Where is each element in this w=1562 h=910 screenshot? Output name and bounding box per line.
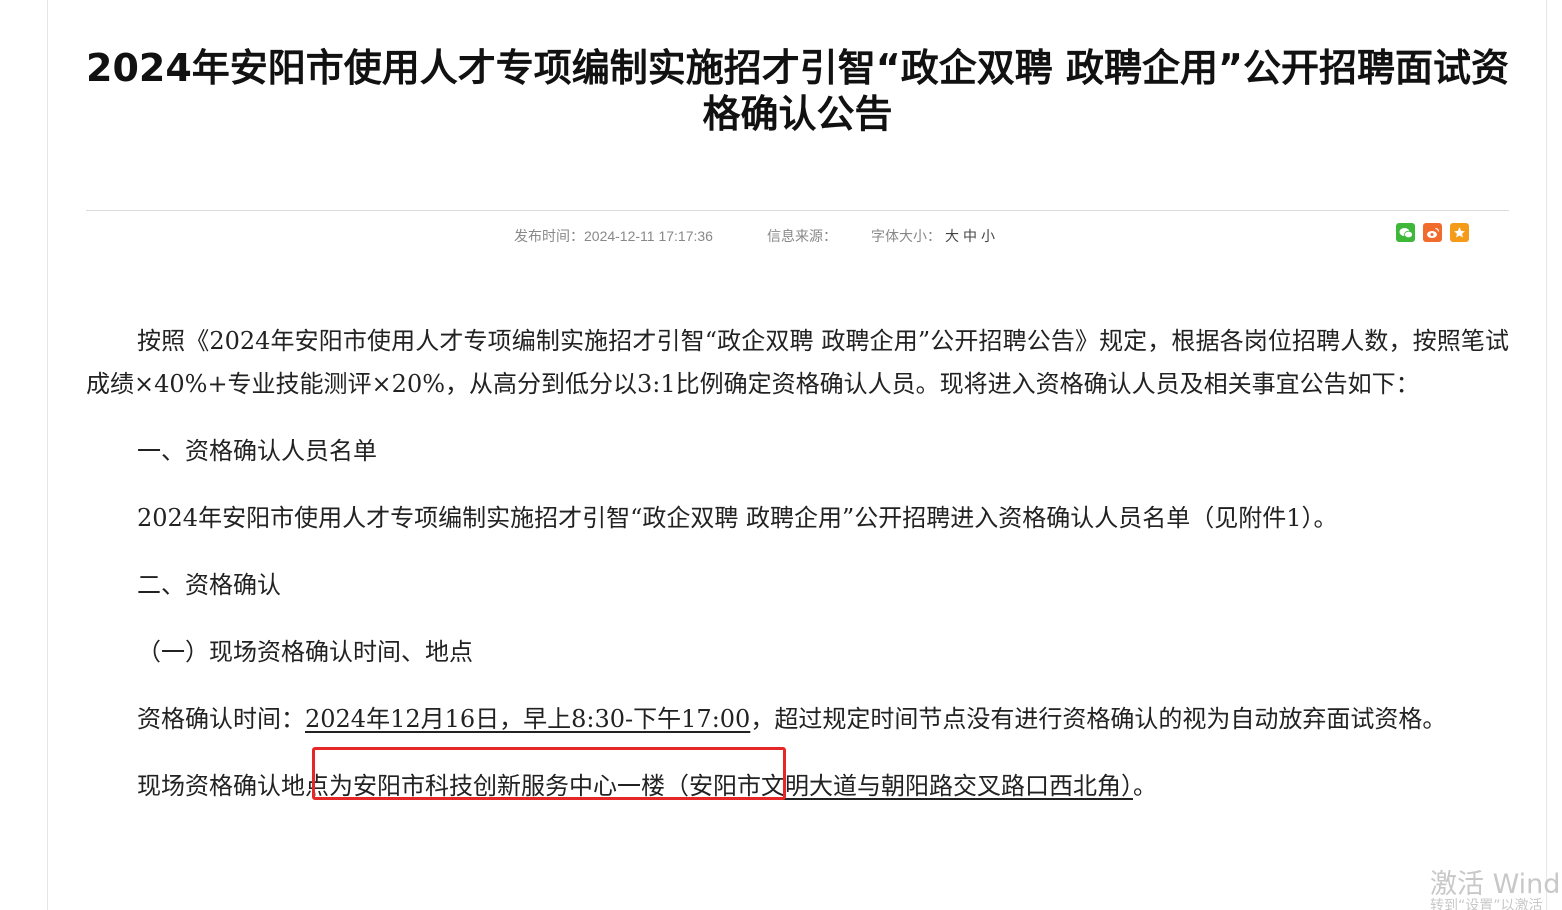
font-size-medium-link[interactable]: 中 — [963, 228, 977, 244]
wechat-share-button[interactable] — [1396, 223, 1415, 242]
subsection-heading-onsite: （一）现场资格确认时间、地点 — [137, 638, 473, 666]
confirmation-time-note: ，超过规定时间节点没有进行资格确认的视为自动放弃面试资格。 — [750, 705, 1447, 733]
font-size-small-link[interactable]: 小 — [981, 228, 995, 244]
font-size-large-link[interactable]: 大 — [945, 228, 959, 244]
section-list-text: 2024年安阳市使用人才专项编制实施招才引智“政企双聘 政聘企用”公开招聘进入资… — [137, 504, 1338, 532]
info-source: 信息来源： — [767, 226, 837, 246]
publish-time-label: 发布时间： — [514, 228, 584, 244]
confirmation-location-paragraph: 现场资格确认地点为安阳市科技创新服务中心一楼（安阳市文明大道与朝阳路交叉路口西北… — [86, 765, 1509, 808]
article-title: 2024年安阳市使用人才专项编制实施招才引智“政企双聘 政聘企用”公开招聘面试资… — [86, 46, 1509, 136]
confirmation-location-suffix: 。 — [1133, 772, 1157, 800]
share-buttons — [1396, 223, 1469, 242]
section-heading-list: 一、资格确认人员名单 — [137, 437, 377, 465]
windows-activation-watermark-sub: 转到“设置”以激活 — [1430, 898, 1543, 910]
article-meta: 发布时间：2024-12-11 17:17:36 信息来源： 字体大小：大中小 — [86, 226, 1509, 246]
favorite-button[interactable] — [1450, 223, 1469, 242]
publish-time-value: 2024-12-11 17:17:36 — [584, 228, 713, 244]
info-source-label: 信息来源： — [767, 228, 837, 244]
weibo-share-button[interactable] — [1423, 223, 1442, 242]
confirmation-time-label: 资格确认时间： — [137, 705, 305, 733]
weibo-icon — [1426, 227, 1439, 238]
confirmation-location-value: 安阳市科技创新服务中心一楼（安阳市文明大道与朝阳路交叉路口西北角） — [353, 772, 1133, 800]
article-body: 按照《2024年安阳市使用人才专项编制实施招才引智“政企双聘 政聘企用”公开招聘… — [86, 320, 1509, 808]
confirmation-time-paragraph: 资格确认时间：2024年12月16日，早上8:30-下午17:00，超过规定时间… — [86, 698, 1509, 741]
publish-time: 发布时间：2024-12-11 17:17:36 — [514, 226, 713, 246]
intro-paragraph: 按照《2024年安阳市使用人才专项编制实施招才引智“政企双聘 政聘企用”公开招聘… — [86, 327, 1509, 398]
section-heading-confirmation: 二、资格确认 — [137, 571, 281, 599]
wechat-icon — [1399, 227, 1413, 238]
title-divider — [86, 210, 1509, 211]
confirmation-location-prefix: 现场资格确认地点为 — [137, 772, 353, 800]
favorite-icon — [1454, 227, 1465, 238]
confirmation-time-value: 2024年12月16日，早上8:30-下午17:00 — [305, 705, 751, 733]
font-size-label: 字体大小： — [871, 228, 941, 244]
font-size-control: 字体大小：大中小 — [871, 226, 995, 246]
